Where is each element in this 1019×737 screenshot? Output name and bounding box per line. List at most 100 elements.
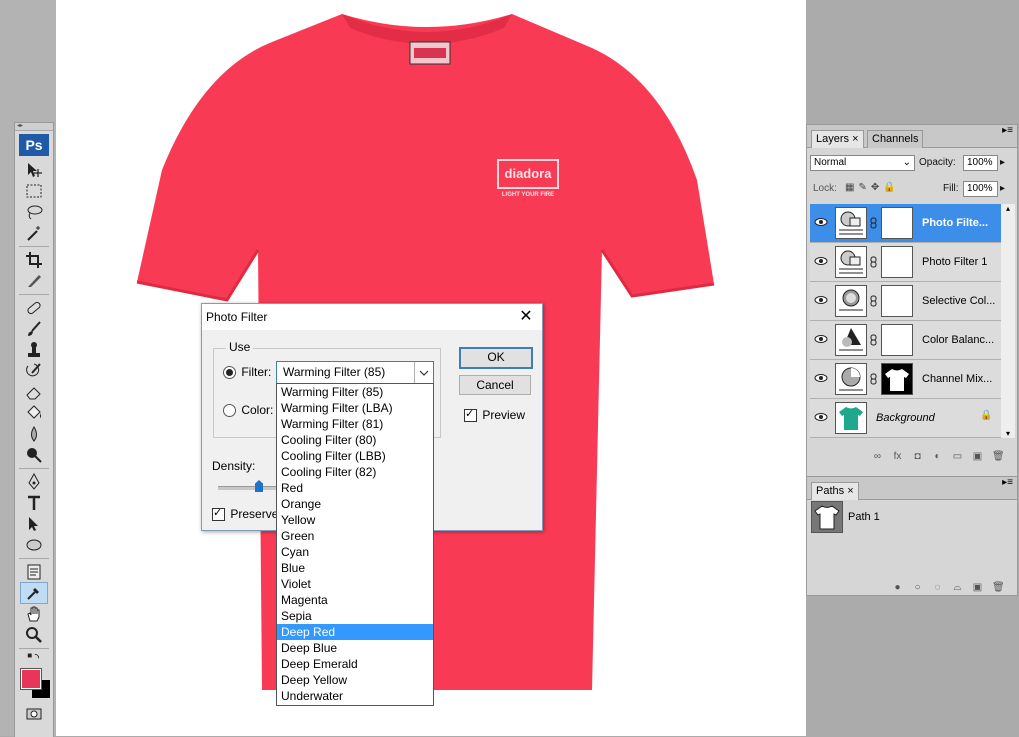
move-tool-icon[interactable] xyxy=(21,160,47,180)
layer-row[interactable]: Photo Filte... xyxy=(810,204,1002,243)
layer-row[interactable]: Color Balanc... xyxy=(810,321,1002,360)
panel-menu-icon[interactable]: ▸≡ xyxy=(1002,477,1013,488)
filter-option[interactable]: Blue xyxy=(277,560,433,576)
close-icon[interactable]: × xyxy=(852,133,858,145)
filter-option[interactable]: Deep Yellow xyxy=(277,672,433,688)
filter-option[interactable]: Yellow xyxy=(277,512,433,528)
magic-wand-tool-icon[interactable] xyxy=(21,223,47,243)
quick-mask-icon[interactable] xyxy=(21,704,47,724)
blur-tool-icon[interactable] xyxy=(21,424,47,444)
chain-link-icon[interactable] xyxy=(870,256,877,268)
adjustment-layer-icon[interactable]: ◐ xyxy=(932,451,943,462)
preview-row[interactable]: Preview xyxy=(464,407,525,423)
new-path-icon[interactable]: ▣ xyxy=(972,582,983,593)
filter-option[interactable]: Warming Filter (85) xyxy=(277,384,433,400)
paint-bucket-tool-icon[interactable] xyxy=(21,403,47,423)
filter-option[interactable]: Magenta xyxy=(277,592,433,608)
cancel-button[interactable]: Cancel xyxy=(459,375,531,395)
filter-option[interactable]: Cyan xyxy=(277,544,433,560)
foreground-color-swatch[interactable] xyxy=(20,668,42,690)
toolbox-grip[interactable]: ◂▸ xyxy=(15,123,53,131)
marquee-tool-icon[interactable] xyxy=(21,181,47,201)
make-work-path-icon[interactable]: ⌓ xyxy=(952,582,963,593)
eye-icon[interactable] xyxy=(814,332,828,346)
color-radio[interactable] xyxy=(223,404,236,418)
filter-option-highlighted[interactable]: Deep Red xyxy=(277,624,433,640)
filter-option[interactable]: Deep Emerald xyxy=(277,656,433,672)
preserve-row[interactable]: Preserve xyxy=(212,506,278,522)
tab-layers[interactable]: Layers × xyxy=(811,130,864,148)
hand-tool-icon[interactable] xyxy=(21,604,47,624)
filter-option[interactable]: Warming Filter (LBA) xyxy=(277,400,433,416)
lasso-tool-icon[interactable] xyxy=(21,202,47,222)
crop-tool-icon[interactable] xyxy=(21,250,47,270)
photoshop-logo[interactable]: Ps xyxy=(19,134,49,156)
chain-link-icon[interactable] xyxy=(870,217,877,229)
add-mask-icon[interactable]: ◘ xyxy=(912,451,923,462)
chain-link-icon[interactable] xyxy=(870,373,877,385)
type-tool-icon[interactable] xyxy=(21,493,47,513)
swap-colors-icon[interactable] xyxy=(21,652,47,666)
filter-radio-row[interactable]: Filter: xyxy=(223,365,271,380)
density-slider[interactable] xyxy=(218,486,278,490)
filter-option[interactable]: Red xyxy=(277,480,433,496)
trash-icon[interactable]: 🗑 xyxy=(992,582,1005,593)
chain-link-icon[interactable] xyxy=(870,334,877,346)
slice-tool-icon[interactable] xyxy=(21,271,47,291)
eye-icon[interactable] xyxy=(814,293,828,307)
filter-option[interactable]: Cooling Filter (80) xyxy=(277,432,433,448)
eye-icon[interactable] xyxy=(814,254,828,268)
filter-option[interactable]: Underwater xyxy=(277,688,433,704)
trash-icon[interactable]: 🗑 xyxy=(992,451,1005,462)
filter-option[interactable]: Sepia xyxy=(277,608,433,624)
new-layer-icon[interactable]: ▣ xyxy=(972,451,983,462)
load-selection-icon[interactable]: ◌ xyxy=(932,582,943,593)
pen-tool-icon[interactable] xyxy=(21,472,47,492)
history-brush-tool-icon[interactable] xyxy=(21,361,47,381)
eye-icon[interactable] xyxy=(814,215,828,229)
ok-button[interactable]: OK xyxy=(459,347,533,369)
layers-scrollbar[interactable]: ▴ ▾ xyxy=(1001,204,1015,438)
close-icon[interactable]: × xyxy=(847,485,853,497)
panel-menu-icon[interactable]: ▸≡ xyxy=(1002,125,1013,136)
filter-option[interactable]: Orange xyxy=(277,496,433,512)
eye-icon[interactable] xyxy=(814,410,828,424)
eye-icon[interactable] xyxy=(814,371,828,385)
color-radio-row[interactable]: Color: xyxy=(223,403,273,418)
density-slider-thumb[interactable] xyxy=(255,480,263,492)
layer-row[interactable]: Photo Filter 1 xyxy=(810,243,1002,282)
filter-select[interactable]: Warming Filter (85) xyxy=(276,361,434,384)
clone-stamp-tool-icon[interactable] xyxy=(21,340,47,360)
layer-row[interactable]: Selective Col... xyxy=(810,282,1002,321)
zoom-tool-icon[interactable] xyxy=(21,625,47,645)
blend-mode-select[interactable]: Normal ⌄ xyxy=(810,155,915,171)
filter-option[interactable]: Cooling Filter (LBB) xyxy=(277,448,433,464)
layer-style-icon[interactable]: fx xyxy=(892,451,903,462)
chain-link-icon[interactable] xyxy=(870,295,877,307)
healing-brush-tool-icon[interactable] xyxy=(21,298,47,318)
chevron-down-icon[interactable] xyxy=(414,362,433,383)
path-selection-tool-icon[interactable] xyxy=(21,514,47,534)
filter-option[interactable]: Cooling Filter (82) xyxy=(277,464,433,480)
filter-option[interactable]: Warming Filter (81) xyxy=(277,416,433,432)
fill-path-icon[interactable]: ● xyxy=(892,582,903,593)
notes-tool-icon[interactable] xyxy=(21,562,47,582)
new-group-icon[interactable]: ▭ xyxy=(952,451,963,462)
stroke-path-icon[interactable]: ○ xyxy=(912,582,923,593)
eraser-tool-icon[interactable] xyxy=(21,382,47,402)
filter-option[interactable]: Violet xyxy=(277,576,433,592)
layer-row[interactable]: Background 🔒 xyxy=(810,399,1002,438)
lock-icons[interactable]: ▦✎✥🔒 xyxy=(845,182,900,193)
fill-arrow-icon[interactable]: ▸ xyxy=(1000,183,1005,194)
fill-input[interactable]: 100% xyxy=(963,181,998,197)
layer-row[interactable]: Channel Mix... xyxy=(810,360,1002,399)
brush-tool-icon[interactable] xyxy=(21,319,47,339)
tab-channels[interactable]: Channels xyxy=(867,130,924,148)
filter-radio[interactable] xyxy=(223,366,236,380)
shape-tool-icon[interactable] xyxy=(21,535,47,555)
link-layers-icon[interactable]: ∞ xyxy=(872,451,883,462)
tab-paths[interactable]: Paths × xyxy=(811,482,859,500)
eyedropper-tool-icon[interactable] xyxy=(20,582,48,604)
opacity-input[interactable]: 100% xyxy=(963,155,998,171)
dodge-tool-icon[interactable] xyxy=(21,445,47,465)
